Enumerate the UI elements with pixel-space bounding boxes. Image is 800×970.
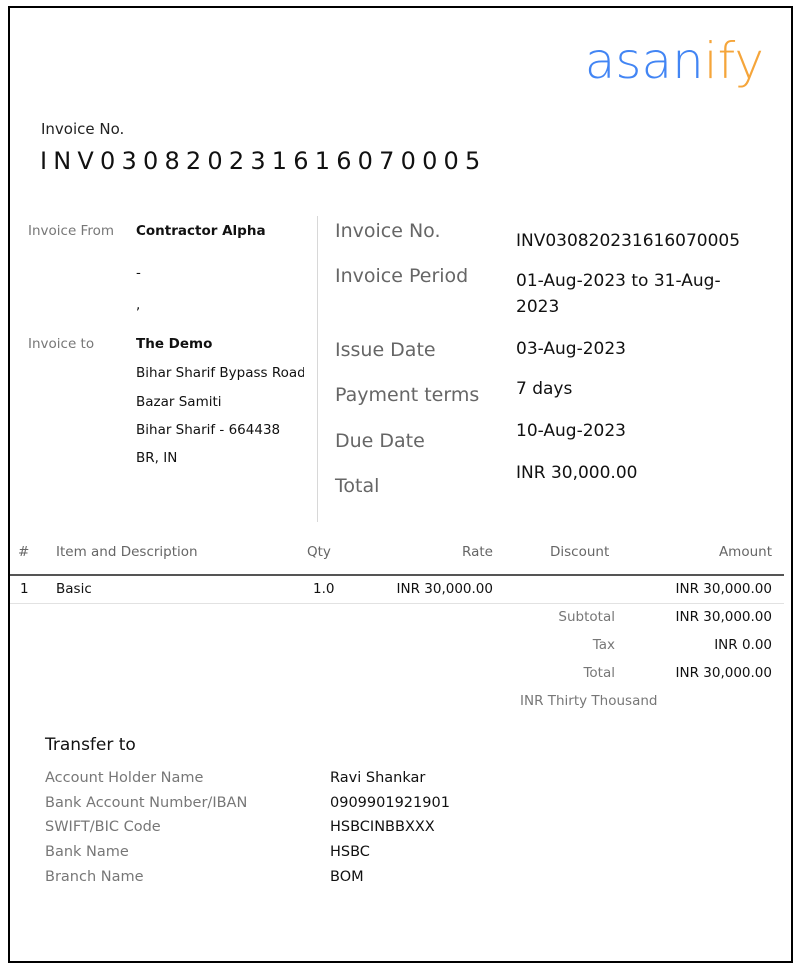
column-header-item: Item and Description	[56, 544, 198, 560]
meta-due-date-label: Due Date	[335, 430, 425, 452]
meta-invoice-period-label: Invoice Period	[335, 265, 469, 287]
column-header-discount: Discount	[550, 544, 610, 560]
row-rate: INR 30,000.00	[396, 581, 493, 597]
meta-invoice-period-value: 01-Aug-2023 to 31-Aug-2023	[516, 271, 721, 317]
invoice-to-address-line2: Bazar Samiti	[136, 394, 222, 410]
column-header-number: #	[18, 544, 30, 560]
invoice-from-line1: -	[136, 265, 141, 281]
table-header-divider	[10, 574, 784, 576]
total-label: Total	[583, 665, 615, 681]
invoice-to-address-line1: Bihar Sharif Bypass Road	[136, 365, 304, 381]
swift-code-value: HSBCINBBXXX	[330, 819, 435, 835]
account-holder-value: Ravi Shankar	[330, 770, 426, 786]
tax-label: Tax	[592, 637, 615, 653]
transfer-to-heading: Transfer to	[45, 735, 136, 755]
invoice-number-heading: INV030820231616070005	[40, 147, 487, 175]
invoice-to-label: Invoice to	[28, 336, 95, 352]
meta-total-label: Total	[335, 475, 380, 497]
meta-payment-terms-label: Payment terms	[335, 384, 480, 406]
bank-account-value: 0909901921901	[330, 795, 450, 811]
column-header-qty: Qty	[307, 544, 331, 560]
bank-name-label: Bank Name	[45, 844, 129, 860]
subtotal-value: INR 30,000.00	[675, 609, 772, 625]
invoice-to-address-line3: Bihar Sharif - 664438	[136, 422, 281, 438]
meta-invoice-no-value: INV030820231616070005	[516, 231, 741, 251]
invoice-from-name: Contractor Alpha	[136, 223, 266, 239]
meta-total-value: INR 30,000.00	[516, 463, 638, 483]
row-qty: 1.0	[313, 581, 335, 597]
bank-name-value: HSBC	[330, 844, 370, 860]
table-row-divider	[10, 603, 784, 604]
invoice-from-line2: ,	[136, 297, 141, 313]
subtotal-label: Subtotal	[558, 609, 615, 625]
invoice-number-heading-label: Invoice No.	[41, 120, 125, 138]
swift-code-label: SWIFT/BIC Code	[45, 819, 161, 835]
column-header-amount: Amount	[718, 544, 772, 560]
invoice-to-name: The Demo	[136, 336, 213, 352]
tax-value: INR 0.00	[714, 637, 772, 653]
logo-text-orange: ify	[703, 32, 764, 90]
invoice-from-label: Invoice From	[28, 223, 115, 239]
bank-account-label: Bank Account Number/IBAN	[45, 795, 248, 811]
branch-name-label: Branch Name	[45, 869, 144, 885]
column-header-rate: Rate	[462, 544, 493, 560]
logo-text-blue: asan	[584, 32, 704, 90]
meta-issue-date-value: 03-Aug-2023	[516, 339, 626, 359]
asanify-logo: asanify	[585, 36, 764, 86]
invoice-to-address-line4: BR, IN	[136, 450, 178, 466]
total-value: INR 30,000.00	[675, 665, 772, 681]
meta-payment-terms-value: 7 days	[516, 379, 573, 399]
meta-invoice-no-label: Invoice No.	[335, 220, 441, 242]
account-holder-label: Account Holder Name	[45, 770, 204, 786]
row-amount: INR 30,000.00	[675, 581, 772, 597]
row-number: 1	[20, 581, 29, 597]
meta-issue-date-label: Issue Date	[335, 339, 436, 361]
branch-name-value: BOM	[330, 869, 364, 885]
amount-in-words: INR Thirty Thousand	[520, 693, 658, 709]
row-item: Basic	[56, 581, 92, 597]
meta-due-date-value: 10-Aug-2023	[516, 421, 626, 441]
vertical-divider	[317, 216, 318, 522]
